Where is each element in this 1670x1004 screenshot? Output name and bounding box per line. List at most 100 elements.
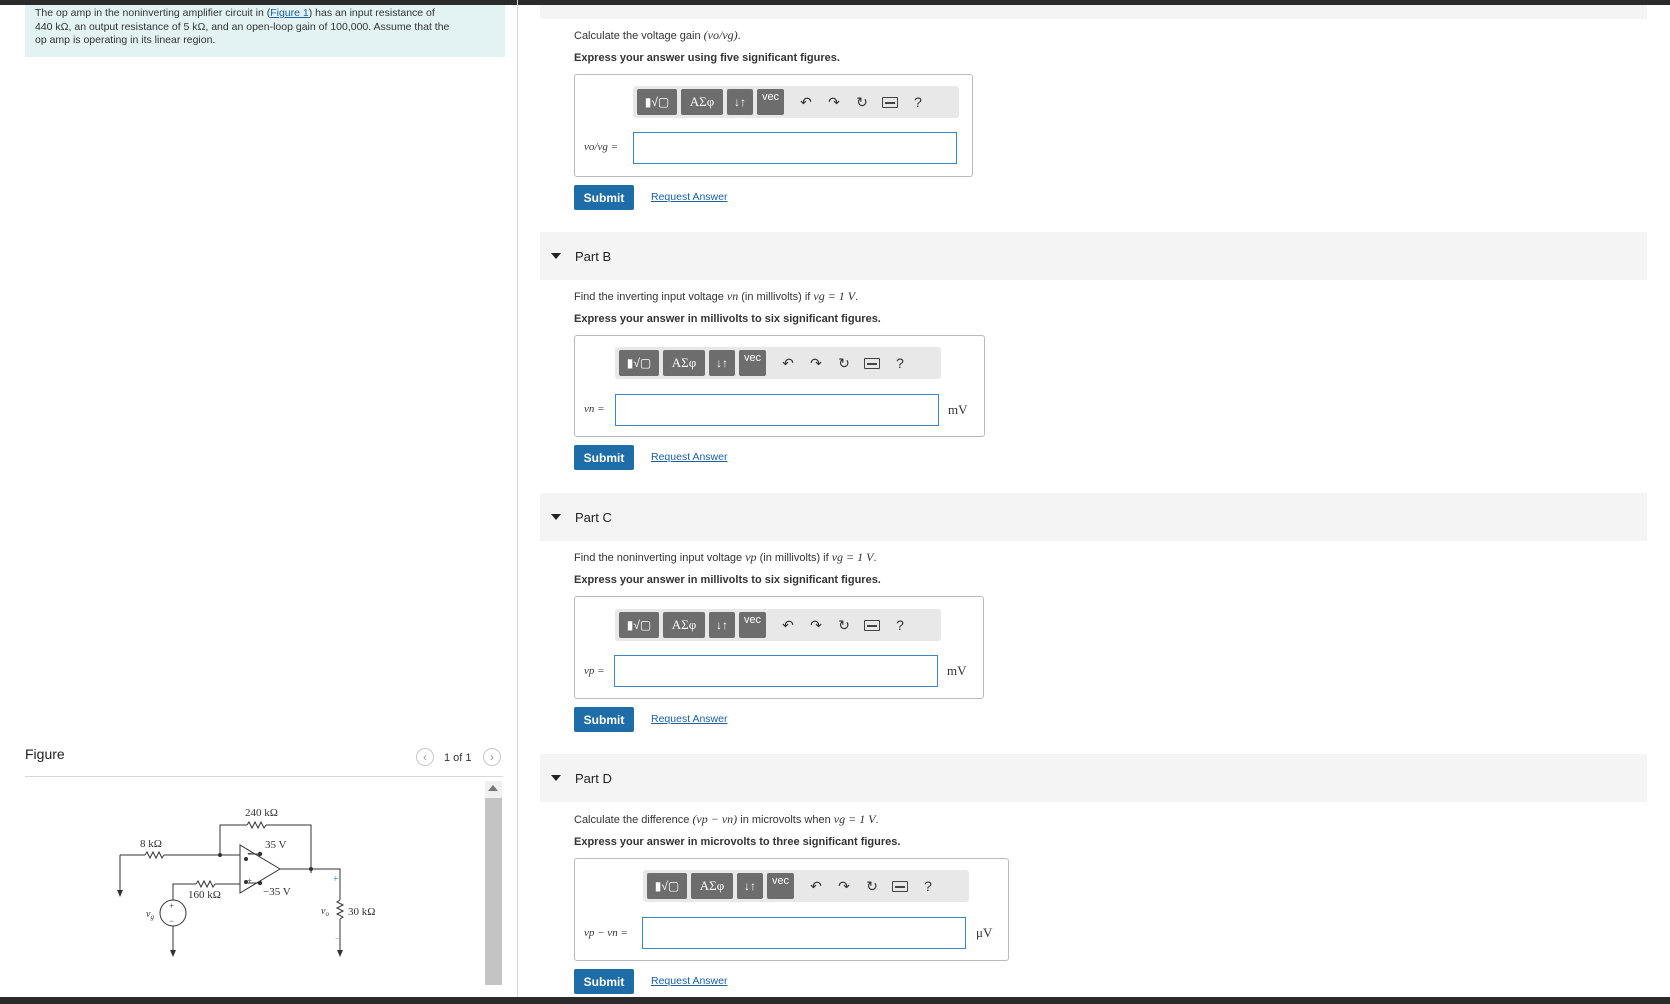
circuit-diagram: 8 kΩ 240 kΩ 160 kΩ 30 kΩ 35 V −35 V − + … bbox=[117, 807, 375, 957]
part-a-request-answer-link[interactable]: Request Answer bbox=[651, 191, 727, 203]
part-c-submit-button[interactable]: Submit bbox=[574, 707, 634, 732]
templates-button[interactable]: ▮√▢ bbox=[619, 350, 659, 376]
collapse-caret-icon[interactable] bbox=[551, 253, 561, 259]
part-c-answer-box: ▮√▢ ΑΣφ ↓↑ vec ↶ ↷ ↻ ? vp = mV bbox=[574, 596, 984, 699]
answer-input[interactable] bbox=[642, 917, 966, 949]
part-c-question: Find the noninverting input voltage vp (… bbox=[574, 550, 877, 565]
vector-button[interactable]: vec bbox=[767, 873, 794, 899]
left-panel: The op amp in the noninverting amplifier… bbox=[0, 0, 518, 997]
chevron-left-icon[interactable]: ‹ bbox=[416, 748, 434, 766]
label-opamp-plus: + bbox=[247, 876, 252, 886]
chevron-right-icon[interactable]: › bbox=[483, 748, 501, 766]
redo-icon[interactable]: ↷ bbox=[820, 94, 848, 111]
question-text: Find the noninverting input voltage bbox=[574, 552, 746, 564]
figure-heading: Figure bbox=[25, 746, 65, 762]
answer-unit: mV bbox=[947, 663, 967, 678]
part-b-header[interactable]: Part B bbox=[540, 232, 1647, 280]
collapse-caret-icon[interactable] bbox=[551, 775, 561, 781]
math-toolbar: ▮√▢ ΑΣφ ↓↑ vec ↶ ↷ ↻ ? bbox=[615, 609, 941, 641]
label-160k: 160 kΩ bbox=[188, 889, 221, 901]
help-icon[interactable]: ? bbox=[886, 355, 914, 371]
redo-icon[interactable]: ↷ bbox=[802, 617, 830, 634]
reset-icon[interactable]: ↻ bbox=[830, 617, 858, 634]
part-c-request-answer-link[interactable]: Request Answer bbox=[651, 713, 727, 725]
question-text: (in millivolts) if bbox=[738, 291, 814, 303]
figure-link[interactable]: Figure 1 bbox=[270, 7, 309, 19]
part-b-answer-box: ▮√▢ ΑΣφ ↓↑ vec ↶ ↷ ↻ ? vn = mV bbox=[574, 335, 985, 437]
collapse-caret-icon[interactable] bbox=[551, 514, 561, 520]
part-a-header bbox=[540, 5, 1647, 19]
redo-icon[interactable]: ↷ bbox=[830, 878, 858, 895]
help-icon[interactable]: ? bbox=[914, 878, 942, 894]
answer-unit: μV bbox=[976, 925, 993, 940]
problem-text: op amp is operating in its linear region… bbox=[35, 34, 216, 46]
reset-icon[interactable]: ↻ bbox=[848, 94, 876, 111]
greek-symbols-button[interactable]: ΑΣφ bbox=[663, 350, 705, 376]
question-text: in microvolts when bbox=[737, 814, 834, 826]
templates-button[interactable]: ▮√▢ bbox=[619, 612, 659, 638]
reset-icon[interactable]: ↻ bbox=[830, 355, 858, 372]
part-d-question: Calculate the difference (vp − vn) in mi… bbox=[574, 812, 879, 827]
part-d-request-answer-link[interactable]: Request Answer bbox=[651, 975, 727, 987]
vector-button[interactable]: vec bbox=[757, 89, 784, 115]
label-vg: vg bbox=[146, 909, 154, 921]
part-d-title: Part D bbox=[575, 770, 612, 786]
label-240k: 240 kΩ bbox=[245, 807, 278, 819]
redo-icon[interactable]: ↷ bbox=[802, 355, 830, 372]
greek-symbols-button[interactable]: ΑΣφ bbox=[681, 89, 723, 115]
keyboard-icon[interactable] bbox=[858, 619, 886, 631]
undo-icon[interactable]: ↶ bbox=[802, 878, 830, 895]
templates-button[interactable]: ▮√▢ bbox=[647, 873, 687, 899]
undo-icon[interactable]: ↶ bbox=[774, 355, 802, 372]
label-source-plus: + bbox=[169, 901, 174, 911]
answer-input[interactable] bbox=[614, 655, 938, 687]
part-c-header[interactable]: Part C bbox=[540, 493, 1647, 541]
scroll-up-arrow-icon[interactable] bbox=[488, 785, 498, 791]
figure-scrollbar[interactable] bbox=[485, 781, 502, 985]
arrows-button[interactable]: ↓↑ bbox=[727, 89, 753, 115]
math-toolbar: ▮√▢ ΑΣφ ↓↑ vec ↶ ↷ ↻ ? bbox=[615, 347, 941, 379]
answer-input[interactable] bbox=[615, 394, 939, 426]
answer-variable-label: vp − vn = bbox=[584, 927, 628, 939]
part-d-instruction: Express your answer in microvolts to thr… bbox=[574, 836, 901, 848]
reset-icon[interactable]: ↻ bbox=[858, 878, 886, 895]
question-text: Calculate the difference bbox=[574, 814, 693, 826]
part-c-title: Part C bbox=[575, 509, 612, 525]
greek-symbols-button[interactable]: ΑΣφ bbox=[691, 873, 733, 899]
help-icon[interactable]: ? bbox=[904, 94, 932, 110]
part-d-header[interactable]: Part D bbox=[540, 754, 1647, 802]
problem-statement: The op amp in the noninverting amplifier… bbox=[25, 5, 505, 57]
label-30k: 30 kΩ bbox=[348, 906, 375, 918]
keyboard-icon[interactable] bbox=[886, 880, 914, 892]
scroll-thumb[interactable] bbox=[485, 798, 502, 985]
help-icon[interactable]: ? bbox=[886, 617, 914, 633]
label-opamp-minus: − bbox=[247, 848, 252, 858]
templates-button[interactable]: ▮√▢ bbox=[637, 89, 677, 115]
label-vo: vo bbox=[321, 906, 329, 918]
part-a-question: Calculate the voltage gain (vo/vg). bbox=[574, 28, 741, 43]
vector-button[interactable]: vec bbox=[739, 612, 766, 638]
question-math: vn bbox=[726, 289, 739, 303]
label-vneg: −35 V bbox=[263, 886, 291, 898]
undo-icon[interactable]: ↶ bbox=[792, 94, 820, 111]
arrows-button[interactable]: ↓↑ bbox=[709, 350, 735, 376]
keyboard-icon[interactable] bbox=[858, 357, 886, 369]
part-a-submit-button[interactable]: Submit bbox=[574, 185, 634, 210]
part-b-submit-button[interactable]: Submit bbox=[574, 445, 634, 470]
part-b-request-answer-link[interactable]: Request Answer bbox=[651, 451, 727, 463]
arrows-button[interactable]: ↓↑ bbox=[709, 612, 735, 638]
part-d-submit-button[interactable]: Submit bbox=[574, 969, 634, 994]
answer-input[interactable] bbox=[633, 132, 957, 164]
part-b-question: Find the inverting input voltage vn (in … bbox=[574, 289, 858, 304]
keyboard-icon[interactable] bbox=[876, 96, 904, 108]
arrows-button[interactable]: ↓↑ bbox=[737, 873, 763, 899]
question-math: vg = 1 V bbox=[813, 289, 856, 303]
question-text: . bbox=[875, 814, 879, 826]
greek-symbols-button[interactable]: ΑΣφ bbox=[663, 612, 705, 638]
vector-button[interactable]: vec bbox=[739, 350, 766, 376]
figure-counter: 1 of 1 bbox=[444, 752, 472, 764]
answer-unit: mV bbox=[948, 402, 968, 417]
undo-icon[interactable]: ↶ bbox=[774, 617, 802, 634]
part-c-instruction: Express your answer in millivolts to six… bbox=[574, 574, 881, 586]
bottom-window-bar bbox=[0, 997, 1670, 1004]
